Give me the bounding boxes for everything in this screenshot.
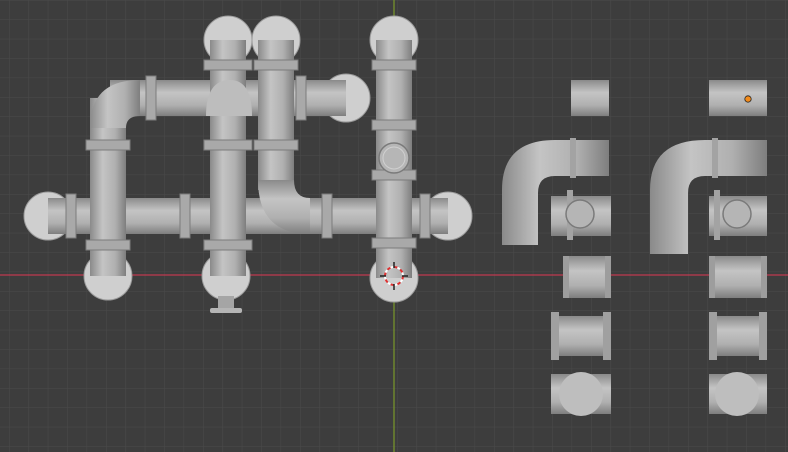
- flanged-section[interactable]: [709, 312, 767, 360]
- straight-pipe-short[interactable]: [709, 80, 767, 116]
- end-cap[interactable]: [551, 372, 611, 416]
- tee-joint[interactable]: [709, 190, 767, 240]
- coupling[interactable]: [563, 256, 611, 298]
- coupling[interactable]: [709, 256, 767, 298]
- tee-joint[interactable]: [551, 190, 611, 240]
- flanged-section[interactable]: [551, 312, 611, 360]
- straight-pipe-short[interactable]: [571, 80, 609, 116]
- active-object-origin-icon: [744, 95, 752, 103]
- end-cap[interactable]: [709, 372, 767, 416]
- 3d-viewport[interactable]: [0, 0, 788, 452]
